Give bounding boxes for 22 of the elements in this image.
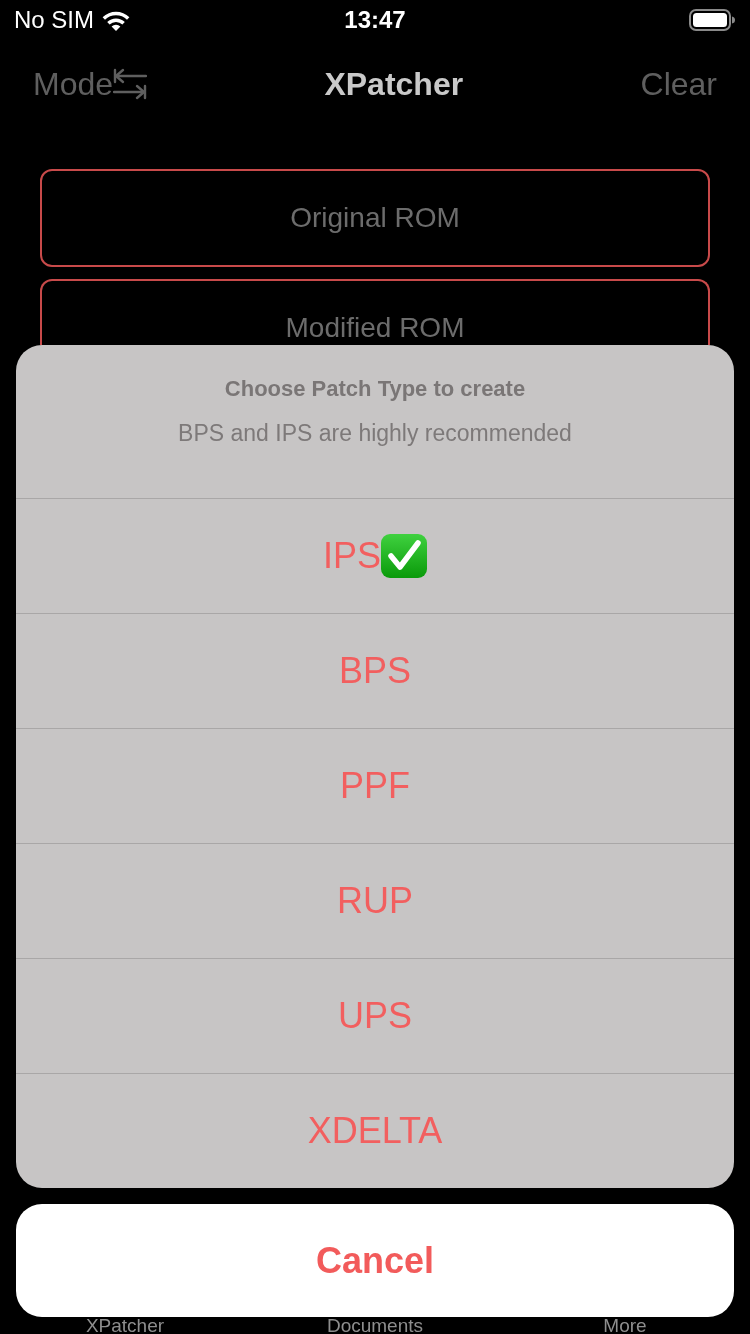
carrier-text: No SIM: [14, 6, 94, 34]
option-button[interactable]: RUP: [16, 843, 734, 958]
swap-arrows-icon: [113, 68, 148, 100]
option-button[interactable]: XDELTA: [16, 1073, 734, 1188]
time-text: 13:47: [344, 6, 406, 34]
tab-item[interactable]: Documents: [326, 1317, 424, 1334]
clear-button[interactable]: Clear: [640, 65, 717, 103]
option-button[interactable]: BPS: [16, 613, 734, 728]
option-button[interactable]: IPS: [16, 498, 734, 613]
option-button[interactable]: PPF: [16, 728, 734, 843]
tab-item[interactable]: XPatcher: [85, 1317, 165, 1334]
mode-button[interactable]: Mode: [33, 65, 148, 103]
sheet-title: Choose Patch Type to create: [224, 375, 526, 403]
option-button[interactable]: UPS: [16, 958, 734, 1073]
file-button[interactable]: Original ROM: [40, 169, 710, 267]
nav-title: XPatcher: [324, 65, 464, 103]
battery-icon: [689, 9, 735, 31]
cancel-button[interactable]: Cancel: [16, 1204, 734, 1317]
check-icon: [381, 534, 427, 578]
sheet-message: BPS and IPS are highly recommended: [178, 419, 572, 448]
wifi-icon: [102, 9, 130, 31]
tab-item[interactable]: More: [603, 1317, 647, 1334]
